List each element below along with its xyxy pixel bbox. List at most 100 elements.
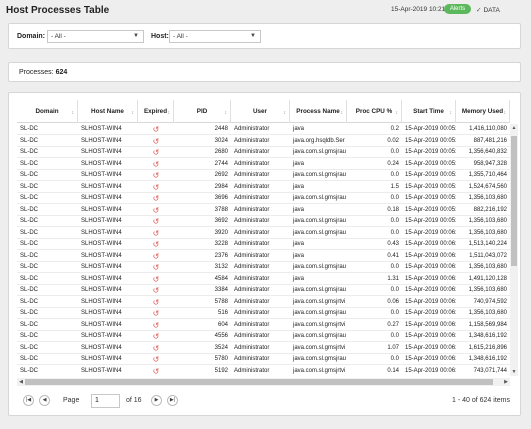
sort-icon[interactable]: ↕	[341, 109, 344, 117]
expired-icon: ↺	[152, 251, 160, 261]
scroll-up-icon[interactable]: ▲	[510, 124, 518, 132]
expired-icon: ↺	[152, 320, 160, 330]
cell-pid: 2680	[214, 149, 228, 155]
table-row[interactable]: SL-DC SLHOST-WIN4 3696 Administrator java.co…	[17, 193, 510, 204]
horizontal-scrollbar[interactable]: ◀ ▶	[17, 378, 510, 386]
cell-host-name: SLHOST-WIN4	[81, 172, 122, 178]
column-header-label: Start Time	[413, 107, 444, 115]
table-row[interactable]: SL-DC SLHOST-WIN4 4556 Administrator java.co…	[17, 331, 510, 342]
column-header-label: Expired	[143, 107, 168, 115]
table-row[interactable]: SL-DC SLHOST-WIN4 3692 Administrator java.co…	[17, 216, 510, 227]
sort-icon[interactable]: ↕	[504, 109, 507, 117]
expired-icon: ↺	[152, 343, 160, 353]
last-page-button[interactable]: ▶|	[167, 395, 178, 406]
table-row[interactable]: SL-DC SLHOST-WIN4 5192 Administrator java.co…	[17, 366, 510, 376]
cell-user: Administrator	[234, 160, 270, 167]
col-host-name-header[interactable]: Host Name ↕	[78, 100, 138, 123]
cell-proc-cpu: 0.43	[387, 241, 399, 247]
column-header-label: Domain	[35, 107, 59, 115]
page-label: Page	[63, 397, 80, 404]
vertical-scrollbar[interactable]: ▲ ▼	[510, 124, 518, 376]
cell-process-name: java.com.sl.gmsjrtvi	[293, 298, 346, 305]
cell-pid: 2448	[214, 126, 228, 132]
table-row[interactable]: SL-DC SLHOST-WIN4 3920 Administrator java.co…	[17, 228, 510, 239]
cell-process-name: java	[293, 160, 305, 167]
table-row[interactable]: SL-DC SLHOST-WIN4 2984 Administrator java 1.5…	[17, 182, 510, 193]
expired-icon: ↺	[152, 182, 160, 192]
cell-proc-cpu: 0.0	[390, 287, 399, 293]
pager: |◀ ◀ Page 1 of 16 ▶ ▶| 1 - 40 of 624 ite…	[17, 393, 510, 409]
table-row[interactable]: SL-DC SLHOST-WIN4 5780 Administrator java.co…	[17, 354, 510, 365]
col-memory-used-header[interactable]: Memory Used ↕	[456, 100, 510, 123]
sort-icon[interactable]: ↕	[396, 109, 399, 117]
cell-start-time: 15-Apr-2019 00:05:	[405, 126, 456, 132]
horizontal-scroll-thumb[interactable]	[25, 379, 493, 385]
table-row[interactable]: SL-DC SLHOST-WIN4 2744 Administrator java 0.2…	[17, 159, 510, 170]
cell-process-name: java	[293, 126, 305, 132]
scroll-left-icon[interactable]: ◀	[17, 378, 25, 386]
cell-proc-cpu: 0.0	[390, 172, 399, 178]
cell-memory-used: 1,491,120,128	[468, 275, 507, 282]
prev-page-button[interactable]: ◀	[39, 395, 50, 406]
scroll-down-icon[interactable]: ▼	[510, 368, 518, 376]
cell-user: Administrator	[234, 229, 270, 236]
col-proc-cpu-header[interactable]: Proc CPU % ↕	[347, 100, 402, 123]
cell-host-name: SLHOST-WIN4	[81, 149, 122, 155]
table-row[interactable]: SL-DC SLHOST-WIN4 4584 Administrator java 1.3…	[17, 274, 510, 285]
table-row[interactable]: SL-DC SLHOST-WIN4 516 Administrator java.com…	[17, 308, 510, 319]
cell-memory-used: 1,348,616,192	[468, 333, 507, 339]
sort-icon[interactable]: ↕	[450, 109, 453, 117]
col-start-time-header[interactable]: Start Time ↕	[402, 100, 456, 123]
scroll-right-icon[interactable]: ▶	[502, 378, 510, 386]
sort-icon[interactable]: ↕	[225, 109, 228, 117]
next-page-button[interactable]: ▶	[151, 395, 162, 406]
sort-icon[interactable]: ↕	[284, 109, 287, 117]
table-row[interactable]: SL-DC SLHOST-WIN4 2376 Administrator java 0.4…	[17, 251, 510, 262]
col-process-name-header[interactable]: Process Name ↕	[290, 100, 347, 123]
cell-host-name: SLHOST-WIN4	[81, 126, 122, 132]
cell-domain: SL-DC	[20, 137, 39, 144]
cell-user: Administrator	[234, 321, 270, 328]
cell-user: Administrator	[234, 310, 270, 316]
sort-icon[interactable]: ↕	[132, 109, 135, 117]
domain-select[interactable]: - All - ▼	[47, 30, 144, 43]
table-row[interactable]: SL-DC SLHOST-WIN4 3228 Administrator java 0.4…	[17, 239, 510, 250]
expired-icon: ↺	[152, 171, 160, 180]
vertical-scroll-thumb[interactable]	[511, 136, 517, 266]
cell-host-name: SLHOST-WIN4	[81, 252, 122, 259]
column-header-label: Process Name	[296, 107, 340, 115]
cell-pid: 5192	[214, 367, 228, 374]
table-row[interactable]: SL-DC SLHOST-WIN4 2692 Administrator java.co…	[17, 170, 510, 181]
table-row[interactable]: SL-DC SLHOST-WIN4 2448 Administrator java 0.2…	[17, 124, 510, 135]
page-input[interactable]: 1	[91, 394, 120, 408]
cell-domain: SL-DC	[20, 195, 39, 201]
prev-page-icon: ◀	[42, 397, 47, 403]
cell-host-name: SLHOST-WIN4	[81, 310, 122, 316]
table-row[interactable]: SL-DC SLHOST-WIN4 2680 Administrator java.co…	[17, 147, 510, 158]
cell-process-name: java.com.sl.gmsjrau	[293, 229, 347, 236]
table-row[interactable]: SL-DC SLHOST-WIN4 3384 Administrator java.co…	[17, 285, 510, 296]
col-pid-header[interactable]: PID ↕	[174, 100, 231, 123]
sort-icon[interactable]: ↕	[72, 109, 75, 117]
host-select[interactable]: - All - ▼	[169, 30, 261, 43]
cell-host-name: SLHOST-WIN4	[81, 241, 122, 247]
cell-memory-used: 1,615,216,896	[468, 344, 507, 351]
cell-domain: SL-DC	[20, 321, 39, 328]
sort-icon[interactable]: ↕	[168, 109, 171, 117]
table-row[interactable]: SL-DC SLHOST-WIN4 3132 Administrator java.co…	[17, 262, 510, 273]
table-row[interactable]: SL-DC SLHOST-WIN4 5788 Administrator java.co…	[17, 297, 510, 308]
cell-process-name: java.com.sl.gmsjrau	[293, 333, 347, 339]
cell-start-time: 15-Apr-2019 00:06:	[405, 333, 456, 339]
alerts-badge[interactable]: Alerts	[444, 4, 471, 14]
first-page-button[interactable]: |◀	[23, 395, 34, 406]
table-row[interactable]: SL-DC SLHOST-WIN4 3788 Administrator java 0.1…	[17, 205, 510, 216]
col-domain-header[interactable]: Domain ↕	[17, 100, 78, 123]
col-user-header[interactable]: User ↕	[231, 100, 290, 123]
table-row[interactable]: SL-DC SLHOST-WIN4 3024 Administrator java.or…	[17, 136, 510, 147]
col-expired-header[interactable]: Expired ↕	[138, 100, 174, 123]
cell-memory-used: 882,216,192	[473, 206, 507, 213]
table-row[interactable]: SL-DC SLHOST-WIN4 604 Administrator java.com…	[17, 320, 510, 331]
top-bar: Host Processes Table 15-Apr-2019 10:21 A…	[0, 0, 531, 20]
next-page-icon: ▶	[154, 397, 159, 403]
table-row[interactable]: SL-DC SLHOST-WIN4 3524 Administrator java.co…	[17, 343, 510, 354]
